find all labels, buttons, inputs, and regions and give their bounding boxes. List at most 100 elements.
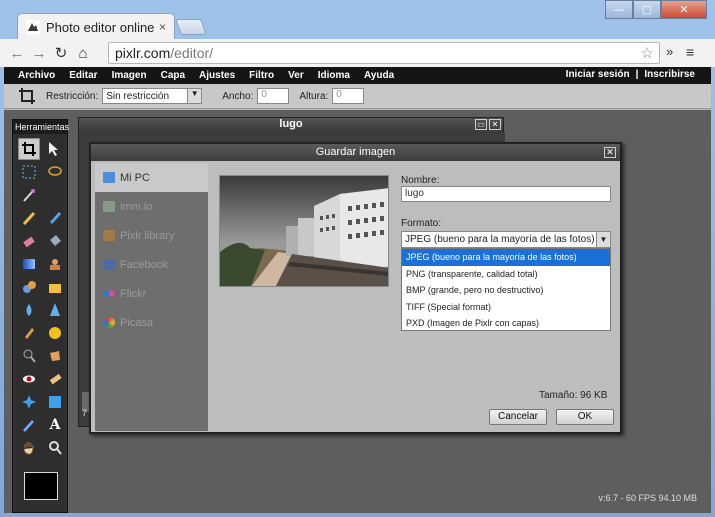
tools-panel-title: Herramientas	[13, 120, 70, 134]
spot-heal-tool-icon[interactable]	[44, 368, 66, 390]
forward-arrow-icon[interactable]: →	[28, 45, 50, 62]
dialog-title: Guardar imagen	[315, 146, 396, 158]
format-option-png[interactable]: PNG (transparente, calidad total)	[402, 266, 610, 283]
url-input[interactable]: pixlr.com/editor/ ☆	[108, 42, 660, 64]
chrome-menu-icon[interactable]: ≡	[686, 44, 694, 60]
format-label: Formato:	[401, 218, 442, 229]
maximize-button[interactable]: ▢	[633, 0, 661, 19]
color-replace-icon[interactable]	[18, 276, 40, 298]
format-option-pxd[interactable]: PXD (Imagen de Pixlr con capas)	[402, 315, 610, 332]
restriction-value: Sin restricción	[106, 90, 170, 102]
address-bar: ← → ↻ ⌂ pixlr.com/editor/ ☆ » ≡	[0, 39, 715, 67]
burn-tool-icon[interactable]	[44, 345, 66, 367]
format-option-tiff[interactable]: TIFF (Special format)	[402, 299, 610, 316]
wand-tool-icon[interactable]	[18, 184, 40, 206]
picasa-icon	[103, 317, 115, 328]
home-icon[interactable]: ⌂	[72, 45, 94, 62]
red-eye-tool-icon[interactable]	[18, 368, 40, 390]
destination-flickr[interactable]: Flickr	[95, 279, 208, 308]
facebook-icon	[103, 259, 115, 270]
move-tool-icon[interactable]	[44, 138, 66, 160]
save-image-dialog: Guardar imagen ✕ Mi PC imm.io Pixlr libr…	[89, 142, 622, 434]
hand-tool-icon[interactable]	[18, 437, 40, 459]
sponge-tool-icon[interactable]	[44, 322, 66, 344]
lasso-tool-icon[interactable]	[44, 161, 66, 183]
menu-imagen[interactable]: Imagen	[105, 70, 154, 81]
close-window-button[interactable]: ✕	[661, 0, 707, 19]
bookmark-star-icon[interactable]: ☆	[641, 44, 654, 62]
back-arrow-icon[interactable]: ←	[6, 45, 28, 62]
chevron-down-icon: ▼	[187, 89, 202, 103]
ok-button[interactable]: OK	[556, 409, 614, 425]
destination-label: Pixlr library	[120, 229, 175, 242]
pinch-tool-icon[interactable]	[44, 391, 66, 413]
tab-title: Photo editor online /	[46, 19, 155, 35]
pencil-tool-icon[interactable]	[18, 207, 40, 229]
smudge-tool-icon[interactable]	[18, 322, 40, 344]
empty-slot	[44, 184, 66, 206]
login-link[interactable]: Iniciar sesión	[566, 69, 630, 80]
menu-editar[interactable]: Editar	[62, 70, 104, 81]
crop-tool-icon[interactable]	[18, 138, 40, 160]
stamp-tool-icon[interactable]	[44, 253, 66, 275]
status-version-text: v:6.7 - 60 FPS 94.10 MB	[598, 493, 697, 503]
blur-tool-icon[interactable]	[18, 299, 40, 321]
destination-list: Mi PC imm.io Pixlr library Facebook Flic…	[95, 163, 208, 431]
destination-my-pc[interactable]: Mi PC	[95, 163, 208, 192]
signup-link[interactable]: Inscribirse	[644, 69, 695, 80]
doc-close-icon[interactable]: ✕	[489, 119, 501, 130]
destination-imm-io[interactable]: imm.io	[95, 192, 208, 221]
menu-filtro[interactable]: Filtro	[242, 70, 281, 81]
document-partial-label: 7	[82, 408, 88, 418]
tab-close-icon[interactable]: ×	[159, 20, 166, 34]
drawing-tool-icon[interactable]	[44, 276, 66, 298]
doc-maximize-icon[interactable]: ▭	[475, 119, 487, 130]
menu-archivo[interactable]: Archivo	[4, 70, 62, 81]
height-input[interactable]: 0	[332, 88, 365, 104]
zoom-tool-icon[interactable]	[44, 437, 66, 459]
menu-ver[interactable]: Ver	[281, 70, 311, 81]
eraser-tool-icon[interactable]	[18, 230, 40, 252]
extensions-overflow-icon[interactable]: »	[666, 44, 673, 59]
menu-ayuda[interactable]: Ayuda	[357, 70, 401, 81]
crop-icon	[19, 88, 35, 104]
restriction-select[interactable]: Sin restricción ▼	[102, 88, 203, 104]
menu-idioma[interactable]: Idioma	[311, 70, 357, 81]
destination-pixlr-library[interactable]: Pixlr library	[95, 221, 208, 250]
color-picker-icon[interactable]	[18, 414, 40, 436]
pixlr-favicon-icon	[26, 20, 40, 34]
window-controls: — ▢ ✕	[605, 0, 707, 19]
dodge-tool-icon[interactable]	[18, 345, 40, 367]
brush-tool-icon[interactable]	[44, 207, 66, 229]
destination-label: Facebook	[120, 258, 169, 271]
type-tool-icon[interactable]: A	[44, 414, 66, 436]
url-path: /editor/	[170, 45, 214, 61]
menu-ajustes[interactable]: Ajustes	[192, 70, 242, 81]
width-input[interactable]: 0	[257, 88, 290, 104]
new-tab-button[interactable]	[175, 19, 207, 35]
reload-icon[interactable]: ↻	[50, 44, 72, 62]
destination-label: imm.io	[120, 200, 153, 213]
marquee-tool-icon[interactable]	[18, 161, 40, 183]
dialog-close-icon[interactable]: ✕	[604, 147, 616, 158]
format-select[interactable]: JPEG (bueno para la mayoría de las fotos…	[401, 231, 611, 248]
minimize-button[interactable]: —	[605, 0, 633, 19]
browser-tab[interactable]: Photo editor online / ×	[17, 13, 175, 40]
destination-label: Mi PC	[120, 171, 150, 184]
destination-picasa[interactable]: Picasa	[95, 308, 208, 337]
cancel-button[interactable]: Cancelar	[489, 409, 547, 425]
format-option-bmp[interactable]: BMP (grande, pero no destructivo)	[402, 282, 610, 299]
chevron-down-icon: ▼	[596, 232, 610, 247]
destination-facebook[interactable]: Facebook	[95, 250, 208, 279]
bloat-tool-icon[interactable]	[18, 391, 40, 413]
bucket-tool-icon[interactable]	[44, 230, 66, 252]
name-input[interactable]: lugo	[401, 186, 611, 202]
gradient-tool-icon[interactable]	[18, 253, 40, 275]
format-option-jpeg[interactable]: JPEG (bueno para la mayoría de las fotos…	[402, 249, 610, 266]
menu-capa[interactable]: Capa	[154, 70, 192, 81]
color-swatch[interactable]	[24, 472, 58, 500]
width-label: Ancho:	[222, 90, 254, 102]
sharpen-tool-icon[interactable]	[44, 299, 66, 321]
image-icon	[103, 201, 115, 212]
menu-separator: |	[635, 69, 639, 80]
